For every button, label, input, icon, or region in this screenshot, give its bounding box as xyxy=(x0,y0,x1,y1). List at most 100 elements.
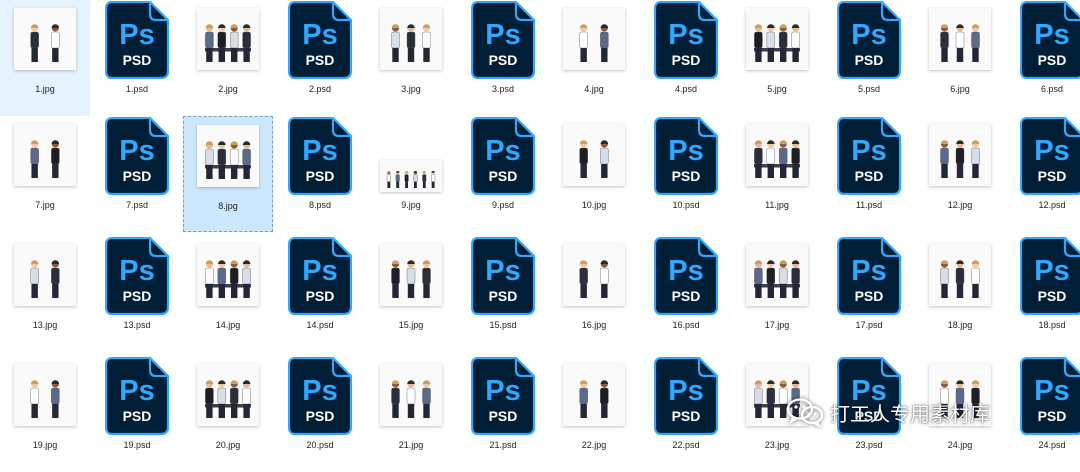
file-item[interactable]: Ps PSD 23.psd xyxy=(824,356,914,472)
photoshop-file-icon: PsPSD xyxy=(105,237,169,315)
file-item[interactable]: 8.jpg xyxy=(183,116,273,232)
file-item[interactable]: Ps PSD 7.psd xyxy=(92,116,182,232)
file-item[interactable]: 7.jpg xyxy=(0,116,90,232)
illustration-thumbnail xyxy=(929,8,991,70)
file-name: 10.jpg xyxy=(581,200,607,210)
svg-text:PSD: PSD xyxy=(1038,288,1067,304)
file-item[interactable]: 10.jpg xyxy=(549,116,639,232)
file-item[interactable]: 20.jpg xyxy=(183,356,273,472)
svg-text:PSD: PSD xyxy=(489,168,518,184)
file-name: 5.jpg xyxy=(767,84,787,94)
illustration-thumbnail xyxy=(14,124,76,186)
svg-text:PSD: PSD xyxy=(855,288,884,304)
svg-text:Ps: Ps xyxy=(302,375,337,407)
file-item[interactable]: Ps PSD 21.psd xyxy=(458,356,548,472)
file-item[interactable]: Ps PSD 9.psd xyxy=(458,116,548,232)
file-item[interactable]: 18.jpg xyxy=(915,236,1005,352)
file-item[interactable]: 9.jpg xyxy=(366,116,456,232)
file-name: 22.psd xyxy=(672,440,700,450)
file-name: 3.jpg xyxy=(401,84,421,94)
file-item[interactable]: 24.jpg xyxy=(915,356,1005,472)
file-item[interactable]: 13.jpg xyxy=(0,236,90,352)
svg-text:PSD: PSD xyxy=(306,288,335,304)
svg-text:Ps: Ps xyxy=(119,19,154,51)
file-item[interactable]: 21.jpg xyxy=(366,356,456,472)
file-name: 23.psd xyxy=(855,440,883,450)
file-item[interactable]: Ps PSD 17.psd xyxy=(824,236,914,352)
file-item[interactable]: Ps PSD 3.psd xyxy=(458,0,548,116)
photoshop-file-icon: PsPSD xyxy=(654,1,718,79)
file-item[interactable]: 17.jpg xyxy=(732,236,822,352)
file-item[interactable]: Ps PSD 8.psd xyxy=(275,116,365,232)
file-name: 17.jpg xyxy=(764,320,790,330)
file-item[interactable]: 1.jpg xyxy=(0,0,90,116)
file-item[interactable]: 16.jpg xyxy=(549,236,639,352)
photoshop-file-icon: PsPSD xyxy=(105,1,169,79)
file-item[interactable]: Ps PSD 22.psd xyxy=(641,356,731,472)
file-name: 13.jpg xyxy=(32,320,58,330)
svg-text:Ps: Ps xyxy=(302,19,337,51)
svg-text:PSD: PSD xyxy=(672,168,701,184)
file-item[interactable]: 15.jpg xyxy=(366,236,456,352)
svg-text:Ps: Ps xyxy=(1034,375,1069,407)
file-name: 6.psd xyxy=(1040,84,1064,94)
file-name: 14.jpg xyxy=(215,320,241,330)
file-item[interactable]: Ps PSD 11.psd xyxy=(824,116,914,232)
file-item[interactable]: Ps PSD 4.psd xyxy=(641,0,731,116)
svg-text:Ps: Ps xyxy=(302,135,337,167)
file-item[interactable]: Ps PSD 20.psd xyxy=(275,356,365,472)
illustration-thumbnail xyxy=(14,364,76,426)
file-item[interactable]: Ps PSD 13.psd xyxy=(92,236,182,352)
illustration-thumbnail xyxy=(14,244,76,306)
photoshop-file-icon: PsPSD xyxy=(288,117,352,195)
svg-text:PSD: PSD xyxy=(306,52,335,68)
file-item[interactable]: Ps PSD 1.psd xyxy=(92,0,182,116)
file-name: 3.psd xyxy=(491,84,515,94)
file-item[interactable]: Ps PSD 5.psd xyxy=(824,0,914,116)
file-item[interactable]: 23.jpg xyxy=(732,356,822,472)
file-item[interactable]: Ps PSD 14.psd xyxy=(275,236,365,352)
illustration-thumbnail xyxy=(929,124,991,186)
file-item[interactable]: Ps PSD 15.psd xyxy=(458,236,548,352)
illustration-thumbnail xyxy=(746,8,808,70)
file-item[interactable]: 4.jpg xyxy=(549,0,639,116)
file-item[interactable]: Ps PSD 12.psd xyxy=(1007,116,1080,232)
file-item[interactable]: 6.jpg xyxy=(915,0,1005,116)
file-name: 14.psd xyxy=(306,320,334,330)
photoshop-file-icon: PsPSD xyxy=(471,357,535,435)
svg-text:PSD: PSD xyxy=(489,52,518,68)
file-item[interactable]: Ps PSD 2.psd xyxy=(275,0,365,116)
photoshop-file-icon: PsPSD xyxy=(105,357,169,435)
file-item[interactable]: 5.jpg xyxy=(732,0,822,116)
file-item[interactable]: Ps PSD 19.psd xyxy=(92,356,182,472)
svg-text:Ps: Ps xyxy=(485,255,520,287)
svg-text:Ps: Ps xyxy=(119,135,154,167)
illustration-thumbnail xyxy=(380,244,442,306)
svg-text:PSD: PSD xyxy=(672,52,701,68)
file-item[interactable]: 14.jpg xyxy=(183,236,273,352)
photoshop-file-icon: PsPSD xyxy=(1020,117,1080,195)
svg-text:Ps: Ps xyxy=(119,375,154,407)
illustration-thumbnail xyxy=(14,8,76,70)
file-item[interactable]: 12.jpg xyxy=(915,116,1005,232)
file-item[interactable]: Ps PSD 24.psd xyxy=(1007,356,1080,472)
file-item[interactable]: 19.jpg xyxy=(0,356,90,472)
file-item[interactable]: Ps PSD 16.psd xyxy=(641,236,731,352)
photoshop-file-icon: PsPSD xyxy=(288,1,352,79)
file-item[interactable]: Ps PSD 6.psd xyxy=(1007,0,1080,116)
file-item[interactable]: Ps PSD 10.psd xyxy=(641,116,731,232)
file-item[interactable]: Ps PSD 18.psd xyxy=(1007,236,1080,352)
illustration-thumbnail xyxy=(563,364,625,426)
file-name: 9.psd xyxy=(491,200,515,210)
file-name: 24.psd xyxy=(1038,440,1066,450)
file-name: 2.psd xyxy=(308,84,332,94)
illustration-thumbnail xyxy=(197,364,259,426)
file-name: 11.psd xyxy=(855,200,883,210)
file-item[interactable]: 2.jpg xyxy=(183,0,273,116)
file-item[interactable]: 11.jpg xyxy=(732,116,822,232)
illustration-thumbnail xyxy=(563,244,625,306)
file-item[interactable]: 3.jpg xyxy=(366,0,456,116)
svg-text:PSD: PSD xyxy=(672,408,701,424)
file-item[interactable]: 22.jpg xyxy=(549,356,639,472)
svg-text:PSD: PSD xyxy=(855,52,884,68)
